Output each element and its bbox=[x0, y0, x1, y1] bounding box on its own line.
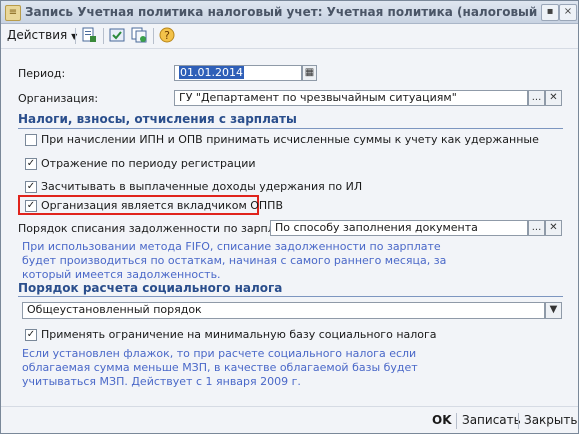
actions-menu[interactable]: Действия ▼ bbox=[7, 28, 77, 42]
checkbox-ipn-opv-label: При начислении ИПН и ОПВ принимать исчис… bbox=[41, 133, 539, 146]
select-organization-button[interactable]: ... bbox=[528, 90, 545, 106]
section-title-social-tax: Порядок расчета социального налога bbox=[18, 281, 283, 295]
organization-field[interactable]: ГУ "Департамент по чрезвычайным ситуация… bbox=[174, 90, 528, 106]
button-divider bbox=[456, 413, 457, 429]
close-window-button[interactable]: × bbox=[559, 4, 577, 21]
window-app-icon: ≡ bbox=[5, 5, 21, 21]
window-menu-button[interactable]: ▪ bbox=[541, 4, 559, 21]
social-tax-order-select[interactable]: Общеустановленный порядок bbox=[22, 302, 545, 319]
min-base-hint-text: Если установлен флажок, то при расчете с… bbox=[22, 347, 418, 388]
checkbox-registration-period-label: Отражение по периоду регистрации bbox=[41, 157, 256, 170]
section-title-payroll-taxes: Налоги, взносы, отчисления с зарплаты bbox=[18, 112, 297, 126]
debt-order-label: Порядок списания задолженности по зарпла… bbox=[18, 222, 299, 235]
copy-icon[interactable] bbox=[131, 27, 147, 43]
button-divider bbox=[518, 413, 519, 429]
dialog-window: ≡ Запись Учетная политика налоговый учет… bbox=[0, 0, 579, 434]
section-divider bbox=[18, 128, 563, 129]
period-value: 01.01.2014 bbox=[179, 66, 244, 79]
period-field[interactable]: 01.01.2014 bbox=[174, 65, 302, 81]
chevron-down-icon[interactable]: ▼ bbox=[545, 302, 562, 319]
save-icon[interactable] bbox=[109, 27, 125, 43]
clear-debt-order-button[interactable]: ✕ bbox=[545, 220, 562, 236]
period-label: Период: bbox=[18, 67, 66, 80]
checkbox-min-base[interactable]: ✓ bbox=[25, 329, 37, 341]
save-button[interactable]: Записать bbox=[462, 413, 521, 427]
document-icon[interactable] bbox=[81, 27, 97, 43]
dialog-button-bar: OK Записать Закрыть bbox=[1, 406, 578, 433]
checkbox-min-base-label: Применять ограничение на минимальную баз… bbox=[41, 328, 437, 341]
debt-order-field[interactable]: По способу заполнения документа bbox=[270, 220, 528, 236]
clear-organization-button[interactable]: ✕ bbox=[545, 90, 562, 106]
organization-label: Организация: bbox=[18, 92, 99, 105]
close-button[interactable]: Закрыть bbox=[524, 413, 577, 427]
checkbox-il-deductions-label: Засчитывать в выплаченные доходы удержан… bbox=[41, 180, 363, 193]
checkbox-oppv-contributor-label: Организация является вкладчиком ОППВ bbox=[41, 199, 283, 212]
actions-menu-label: Действия bbox=[7, 28, 68, 42]
section-divider bbox=[18, 296, 563, 297]
ok-button[interactable]: OK bbox=[432, 413, 452, 427]
checkbox-ipn-opv[interactable] bbox=[25, 134, 37, 146]
calendar-icon[interactable]: ▦ bbox=[302, 65, 317, 81]
toolbar-divider bbox=[75, 28, 76, 44]
toolbar: Действия ▼ ? bbox=[1, 24, 578, 49]
window-title: Запись Учетная политика налоговый учет: … bbox=[25, 5, 579, 19]
select-debt-order-button[interactable]: ... bbox=[528, 220, 545, 236]
title-bar: ≡ Запись Учетная политика налоговый учет… bbox=[1, 1, 578, 24]
checkbox-registration-period[interactable]: ✓ bbox=[25, 158, 37, 170]
checkbox-il-deductions[interactable]: ✓ bbox=[25, 181, 37, 193]
toolbar-divider bbox=[153, 28, 154, 44]
help-icon[interactable]: ? bbox=[159, 27, 175, 43]
svg-text:?: ? bbox=[164, 29, 170, 42]
debt-hint-text: При использовании метода FIFO, списание … bbox=[22, 240, 447, 281]
checkbox-oppv-contributor[interactable]: ✓ bbox=[25, 200, 37, 212]
toolbar-divider bbox=[103, 28, 104, 44]
